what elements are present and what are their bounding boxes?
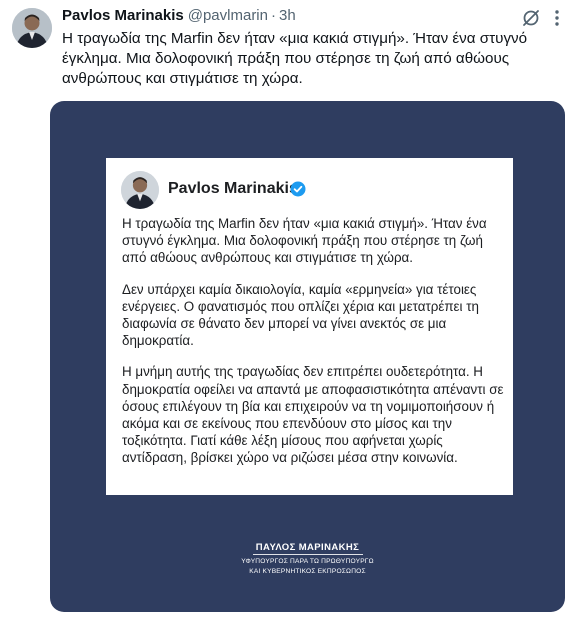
tweet-timestamp[interactable]: 3h	[279, 7, 296, 24]
card-paragraph: Η τραγωδία της Marfin δεν ήταν «μια κακι…	[122, 216, 487, 266]
tweet-header: Pavlos Marinakis @pavlmarin · 3h	[62, 7, 529, 27]
more-options-icon[interactable]	[548, 8, 566, 28]
author-avatar[interactable]	[12, 8, 52, 48]
statement-card: Pavlos Marinakis Η τραγωδία της Marfin δ…	[106, 158, 513, 495]
grok-icon[interactable]	[521, 8, 541, 28]
signature-title-line1: ΥΦΥΠΟΥΡΓΟΣ ΠΑΡΑ ΤΩ ΠΡΩΘΥΠΟΥΡΓΩ	[241, 558, 374, 565]
signature-name: ΠΑΥΛΟΣ ΜΑΡΙΝΑΚΗΣ	[255, 542, 360, 553]
card-author-name: Pavlos Marinakis	[168, 180, 298, 197]
author-name[interactable]: Pavlos Marinakis	[62, 7, 184, 24]
tweet-text: Η τραγωδία της Marfin δεν ήταν «μια κακι…	[62, 30, 528, 87]
separator-dot: ·	[271, 7, 276, 24]
signature-divider	[253, 554, 363, 555]
verified-badge-icon	[290, 181, 306, 197]
author-handle[interactable]: @pavlmarin	[188, 7, 268, 24]
tweet-image[interactable]: Pavlos Marinakis Η τραγωδία της Marfin δ…	[50, 101, 565, 612]
card-paragraph: Δεν υπάρχει καμία δικαιολογία, καμία «ερ…	[122, 281, 479, 349]
card-avatar	[121, 171, 159, 209]
signature-title-line2: ΚΑΙ ΚΥΒΕΡΝΗΤΙΚΟΣ ΕΚΠΡΟΣΩΠΟΣ	[249, 568, 366, 575]
card-paragraph: Η μνήμη αυτής της τραγωδίας δεν επιτρέπε…	[122, 364, 504, 466]
card-text: Η τραγωδία της Marfin δεν ήταν «μια κακι…	[122, 215, 508, 481]
